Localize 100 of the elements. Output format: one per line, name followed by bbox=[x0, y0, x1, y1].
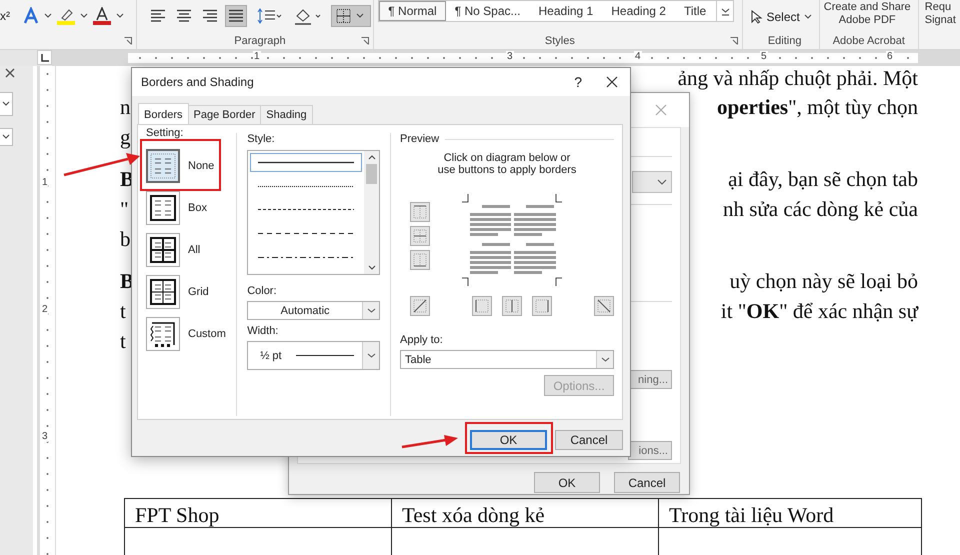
color-label: Color: bbox=[247, 285, 278, 299]
line-sample-icon bbox=[258, 256, 354, 260]
cancel-button[interactable]: Cancel bbox=[555, 430, 623, 450]
ok-button[interactable]: OK bbox=[534, 472, 600, 493]
create-pdf-button[interactable]: Create and Share Adobe PDF bbox=[820, 0, 915, 27]
scroll-up-icon bbox=[368, 155, 376, 160]
border-icon bbox=[535, 299, 549, 313]
border-icon bbox=[413, 205, 427, 219]
group-label: Paragraph bbox=[234, 34, 286, 46]
all-border-icon bbox=[149, 236, 177, 264]
style-item[interactable]: Title bbox=[674, 1, 716, 21]
partial-button[interactable]: ions... bbox=[628, 441, 672, 460]
scroll-thumb[interactable] bbox=[366, 164, 377, 184]
align-icon bbox=[150, 9, 166, 23]
style-item[interactable]: Heading 2 bbox=[602, 1, 675, 21]
setting-option[interactable] bbox=[146, 275, 180, 309]
close-icon[interactable] bbox=[5, 68, 15, 78]
text-fragment: g bbox=[120, 124, 130, 151]
border-icon bbox=[505, 299, 519, 313]
dropdown-button[interactable] bbox=[0, 128, 13, 146]
caret-icon[interactable] bbox=[116, 13, 124, 19]
diagonal-down-border-button[interactable] bbox=[594, 296, 614, 316]
select-button[interactable]: Select bbox=[750, 10, 812, 24]
text-fragment: b bbox=[120, 226, 130, 253]
ok-button[interactable]: OK bbox=[470, 430, 547, 450]
dropdown-button[interactable] bbox=[0, 92, 13, 116]
partial-button[interactable]: ning... bbox=[628, 370, 672, 389]
line-style-option[interactable] bbox=[250, 153, 362, 172]
style-item[interactable]: Heading 1 bbox=[530, 1, 602, 21]
dialog-launcher-icon[interactable] bbox=[361, 37, 370, 45]
vertical-ruler[interactable]: 1 2 3 bbox=[37, 66, 56, 555]
setting-label[interactable]: Box bbox=[188, 202, 207, 214]
color-dropdown[interactable]: Automatic bbox=[247, 301, 380, 320]
apply-to-label: Apply to: bbox=[400, 334, 444, 348]
setting-label[interactable]: Grid bbox=[188, 286, 209, 298]
caret-icon bbox=[366, 353, 376, 358]
help-button[interactable]: ? bbox=[574, 74, 582, 90]
font-color-icon[interactable] bbox=[92, 7, 112, 25]
caret-icon bbox=[600, 357, 610, 362]
preview-hint: Click on diagram below or use buttons to apply borders bbox=[436, 152, 578, 176]
grid-border-icon bbox=[149, 278, 177, 306]
justify-button[interactable] bbox=[224, 5, 247, 27]
tab-stop-button[interactable] bbox=[37, 50, 52, 65]
left-border-button[interactable] bbox=[472, 296, 492, 316]
dialog-launcher-icon[interactable] bbox=[730, 37, 738, 45]
text-fragment: t bbox=[120, 298, 126, 325]
style-label: Style: bbox=[247, 133, 276, 147]
borders-button[interactable] bbox=[330, 5, 371, 27]
superscript-button[interactable]: x² bbox=[0, 9, 10, 23]
text-fragment: ại đây, bạn sẽ chọn tab bbox=[728, 166, 918, 193]
none-border-icon bbox=[149, 152, 177, 180]
ruler-number: 1 bbox=[253, 51, 261, 62]
request-signature-button[interactable]: Requ Signat bbox=[918, 0, 960, 27]
shading-icon[interactable] bbox=[292, 7, 323, 25]
dialog-launcher-icon[interactable] bbox=[124, 37, 132, 45]
caret-icon[interactable] bbox=[80, 13, 88, 19]
text-fragment: uỳ chọn này sẽ loại bỏ bbox=[730, 268, 918, 295]
diagonal-up-border-button[interactable] bbox=[410, 296, 430, 316]
setting-label[interactable]: All bbox=[188, 244, 200, 256]
top-border-button[interactable] bbox=[410, 202, 430, 222]
setting-label[interactable]: Custom bbox=[188, 328, 226, 340]
text-fragment: it "OK" để xác nhận sự bbox=[720, 298, 918, 325]
cancel-button[interactable]: Cancel bbox=[614, 472, 680, 493]
scroll-down-icon bbox=[368, 265, 376, 270]
width-dropdown[interactable]: ½ pt bbox=[247, 341, 380, 370]
border-icon bbox=[413, 253, 427, 267]
text-effects-icon[interactable] bbox=[22, 7, 40, 25]
style-item[interactable]: ¶ Normal bbox=[379, 1, 446, 21]
custom-border-icon bbox=[149, 320, 177, 348]
highlighter-icon[interactable] bbox=[56, 7, 76, 25]
scrollbar[interactable] bbox=[364, 151, 379, 274]
caret-icon bbox=[657, 179, 667, 185]
caret-icon[interactable] bbox=[44, 13, 52, 19]
table-cell: Test xóa dòng kẻ bbox=[392, 498, 658, 528]
ruler-number: 1 bbox=[42, 177, 48, 188]
preview-label: Preview bbox=[400, 133, 440, 145]
setting-option[interactable] bbox=[146, 317, 180, 351]
close-icon[interactable] bbox=[606, 76, 618, 88]
dialog-tab[interactable]: Shading bbox=[260, 105, 313, 124]
right-border-button[interactable] bbox=[532, 296, 552, 316]
ruler-number: 3 bbox=[42, 431, 48, 442]
setting-option[interactable] bbox=[146, 233, 180, 267]
inside-horizontal-border-button[interactable] bbox=[410, 226, 430, 246]
bottom-border-button[interactable] bbox=[410, 250, 430, 270]
ruler-number: 2 bbox=[42, 304, 48, 315]
inside-vertical-border-button[interactable] bbox=[502, 296, 522, 316]
setting-label[interactable]: None bbox=[188, 160, 214, 172]
dialog-tab[interactable]: Borders bbox=[138, 103, 189, 124]
setting-option[interactable] bbox=[146, 191, 180, 225]
box-border-icon bbox=[149, 194, 177, 222]
apply-to-dropdown[interactable]: Table bbox=[400, 350, 614, 369]
horizontal-ruler[interactable]: 1 3 4 5 6 bbox=[52, 50, 960, 66]
group-label: Styles bbox=[544, 34, 575, 46]
line-spacing-icon[interactable] bbox=[256, 8, 283, 24]
style-item[interactable]: ¶ No Spac... bbox=[446, 1, 530, 21]
ruler-number: 5 bbox=[760, 51, 768, 62]
cursor-icon bbox=[750, 10, 762, 24]
align-icon bbox=[176, 9, 192, 23]
text-fragment: ảng và nhấp chuột phải. Một bbox=[678, 66, 918, 92]
line-sample-icon bbox=[258, 184, 354, 188]
